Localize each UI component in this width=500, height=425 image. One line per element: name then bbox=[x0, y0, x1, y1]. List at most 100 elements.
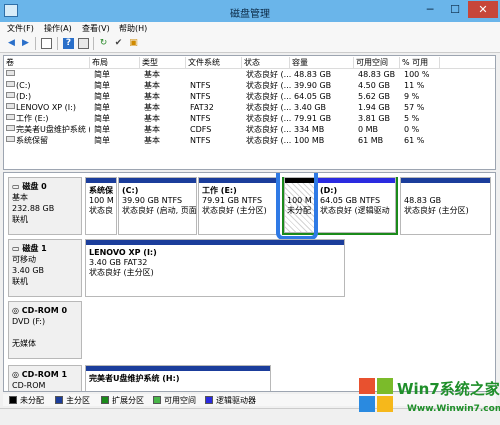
show-hide-tree-icon[interactable] bbox=[41, 38, 52, 49]
menu-view[interactable]: 查看(V) bbox=[82, 23, 110, 34]
column-filesystem[interactable]: 文件系统 bbox=[186, 57, 242, 68]
cell-capacity: 3.40 GB bbox=[294, 103, 327, 112]
forward-arrow-icon[interactable]: ▶ bbox=[20, 38, 31, 49]
folder-icon[interactable]: ▣ bbox=[128, 38, 139, 49]
column-free-space[interactable]: 可用空间 bbox=[354, 57, 400, 68]
partition-e[interactable]: 工作 (E:) 79.91 GB NTFS 状态良好 (主分区) bbox=[198, 177, 277, 235]
column-status[interactable]: 状态 bbox=[242, 57, 290, 68]
legend-label: 主分区 bbox=[66, 396, 90, 405]
partition-size: 64.05 GB NTFS bbox=[320, 196, 381, 205]
column-volume[interactable]: 卷 bbox=[4, 57, 90, 68]
partition-d[interactable]: (D:) 64.05 GB NTFS 状态良好 (逻辑驱动 bbox=[316, 177, 396, 233]
partition-size: 3.40 GB FAT32 bbox=[89, 258, 148, 267]
menu-bar: 文件(F) 操作(A) 查看(V) 帮助(H) bbox=[0, 22, 500, 35]
cdrom-icon: ◎ bbox=[12, 306, 22, 315]
maximize-button[interactable]: ☐ bbox=[443, 1, 467, 18]
cdrom-1-label[interactable]: ◎ CD-ROM 1 CD-ROM bbox=[8, 365, 82, 391]
toolbar-separator bbox=[35, 37, 36, 50]
table-row[interactable]: 完美者U盘维护系统 (... 简单 基本 CDFS 状态良好 (...334 MB 0 M… bbox=[4, 125, 495, 135]
cell-layout: 简单 bbox=[94, 70, 110, 79]
cell-volume: (C:) bbox=[16, 81, 31, 90]
table-row[interactable]: 简单 基本 状态良好 (... 48.83 GB 48.83 GB 100 % bbox=[4, 70, 495, 80]
minimize-button[interactable]: ─ bbox=[418, 1, 442, 18]
volume-icon bbox=[6, 92, 15, 98]
table-row[interactable]: LENOVO XP (I:) 简单 基本 FAT32 状态良好 (... 3.40 GB 1… bbox=[4, 103, 495, 113]
column-capacity[interactable]: 容量 bbox=[290, 57, 354, 68]
cell-status: 状态良好 (... bbox=[246, 125, 292, 134]
menu-file[interactable]: 文件(F) bbox=[7, 23, 34, 34]
legend-label: 未分配 bbox=[20, 396, 44, 405]
table-row[interactable]: 工作 (E:) 简单 基本 NTFS 状态良好 (... 79.91 GB 3.81 GB 5… bbox=[4, 114, 495, 124]
legend-swatch bbox=[101, 396, 109, 404]
cell-volume: LENOVO XP (I:) bbox=[16, 103, 76, 112]
primary-partition-bar bbox=[86, 366, 270, 371]
partition-i[interactable]: LENOVO XP (I:) 3.40 GB FAT32 状态良好 (主分区) bbox=[85, 239, 345, 297]
cell-capacity: 100 MB bbox=[294, 136, 325, 145]
table-row[interactable]: (C:) 简单 基本 NTFS 状态良好 (... 39.90 GB 4.50 GB 11 % bbox=[4, 81, 495, 91]
partition-size: 79.91 GB NTFS bbox=[202, 196, 263, 205]
disk-1-label[interactable]: ▭ 磁盘 1 可移动 3.40 GB 联机 bbox=[8, 239, 82, 297]
cell-filesystem: NTFS bbox=[190, 114, 211, 123]
check-icon[interactable]: ✔ bbox=[113, 38, 124, 49]
partition-system-reserved[interactable]: 系统保 100 M 状态良 bbox=[85, 177, 117, 235]
menu-help[interactable]: 帮助(H) bbox=[119, 23, 147, 34]
disk-status: 联机 bbox=[12, 215, 28, 224]
toolbar-separator bbox=[57, 37, 58, 50]
disk-type: DVD (F:) bbox=[12, 317, 46, 326]
partition-c[interactable]: (C:) 39.90 GB NTFS 状态良好 (启动, 页面 bbox=[118, 177, 197, 235]
partition-h[interactable]: 完美者U盘维护系统 (H:) bbox=[85, 365, 271, 391]
close-button[interactable]: ✕ bbox=[468, 1, 498, 18]
cell-status: 状态良好 (... bbox=[246, 136, 292, 145]
cell-free-space: 0 MB bbox=[358, 125, 379, 134]
cell-free-space: 1.94 GB bbox=[358, 103, 391, 112]
cell-free-space: 48.83 GB bbox=[358, 70, 396, 79]
cell-type: 基本 bbox=[144, 92, 160, 101]
disk-status: 无媒体 bbox=[12, 339, 36, 348]
cell-volume: 工作 (E:) bbox=[16, 114, 49, 123]
properties-icon[interactable] bbox=[78, 38, 89, 49]
primary-partition-bar bbox=[86, 240, 344, 245]
partition-title: 系统保 bbox=[89, 186, 113, 195]
disk-name: CD-ROM 0 bbox=[21, 306, 68, 315]
cell-volume: (D:) bbox=[16, 92, 32, 101]
cdrom-0-label[interactable]: ◎ CD-ROM 0 DVD (F:) 无媒体 bbox=[8, 301, 82, 359]
watermark-url: Www.Winwin7.com bbox=[407, 404, 500, 414]
cell-volume: 系统保留 bbox=[16, 136, 48, 145]
cell-capacity: 39.90 GB bbox=[294, 81, 332, 90]
help-icon[interactable]: ? bbox=[63, 38, 74, 49]
table-row[interactable]: 系统保留 简单 基本 NTFS 状态良好 (... 100 MB 61 MB 61 % bbox=[4, 136, 495, 146]
partition-size: 39.90 GB NTFS bbox=[122, 196, 183, 205]
partition-48gb[interactable]: 48.83 GB 状态良好 (主分区) bbox=[400, 177, 491, 235]
cell-capacity: 79.91 GB bbox=[294, 114, 332, 123]
disk-0-label[interactable]: ▭ 磁盘 0 基本 232.88 GB 联机 bbox=[8, 177, 82, 235]
primary-partition-bar bbox=[86, 178, 116, 183]
logical-drive-bar bbox=[317, 178, 395, 183]
cell-percent-free: 100 % bbox=[404, 70, 430, 79]
disk-size: 3.40 GB bbox=[12, 266, 45, 275]
back-arrow-icon[interactable]: ◀ bbox=[6, 38, 17, 49]
menu-action[interactable]: 操作(A) bbox=[44, 23, 72, 34]
cell-type: 基本 bbox=[144, 125, 160, 134]
column-percent-free[interactable]: % 可用 bbox=[400, 57, 440, 68]
column-type[interactable]: 类型 bbox=[140, 57, 186, 68]
partition-size: 48.83 GB bbox=[404, 196, 442, 205]
primary-partition-bar bbox=[199, 178, 276, 183]
cell-filesystem: NTFS bbox=[190, 81, 211, 90]
pointer-arrow-icon bbox=[216, 172, 282, 175]
disk-name: CD-ROM 1 bbox=[21, 370, 68, 379]
legend-swatch bbox=[153, 396, 161, 404]
cell-free-space: 5.62 GB bbox=[358, 92, 391, 101]
partition-status: 状态良 bbox=[89, 206, 113, 215]
cell-percent-free: 5 % bbox=[404, 114, 420, 123]
refresh-icon[interactable]: ↻ bbox=[98, 38, 109, 49]
volume-icon bbox=[6, 125, 15, 131]
partition-status: 状态良好 (逻辑驱动 bbox=[320, 206, 390, 215]
primary-partition-bar bbox=[119, 178, 196, 183]
legend-label: 逻辑驱动器 bbox=[216, 396, 256, 405]
cell-layout: 简单 bbox=[94, 92, 110, 101]
disk-type: CD-ROM bbox=[12, 381, 46, 390]
table-row[interactable]: (D:) 简单 基本 NTFS 状态良好 (... 64.05 GB 5.62 GB 9 % bbox=[4, 92, 495, 102]
cell-percent-free: 61 % bbox=[404, 136, 425, 145]
partition-title: (D:) bbox=[320, 186, 338, 195]
column-layout[interactable]: 布局 bbox=[90, 57, 140, 68]
